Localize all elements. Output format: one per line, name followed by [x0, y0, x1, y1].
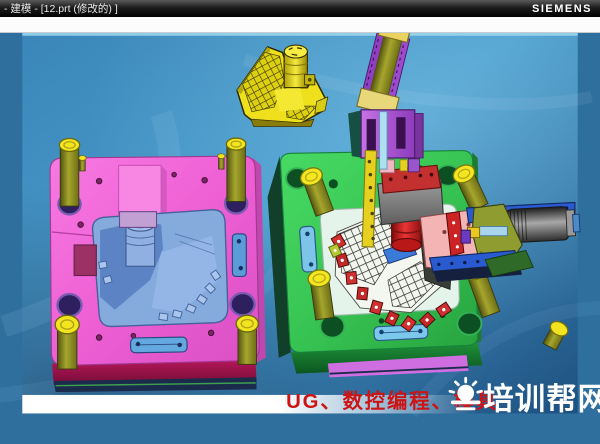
core-slot-bottom: [374, 324, 428, 341]
ejector-rod: [380, 112, 387, 169]
cavity-insert[interactable]: [93, 210, 228, 327]
guide-pillar-top-left[interactable]: [59, 139, 79, 207]
3d-viewport[interactable]: UG、数控编程、模具 培训帮网: [0, 33, 600, 444]
watermark-text: 培训帮网: [483, 383, 600, 417]
guide-pillar-bottom-left[interactable]: [55, 315, 79, 369]
side-pocket: [74, 245, 96, 276]
menu-band: [0, 17, 600, 33]
cavity-plate[interactable]: [50, 138, 266, 392]
edge-slot-bottom: [130, 337, 187, 353]
title-bar[interactable]: - 建模 - [12.prt (修改的) ] SIEMENS: [0, 0, 600, 17]
siemens-logo: SIEMENS: [532, 3, 592, 15]
application-window: - 建模 - [12.prt (修改的) ] SIEMENS: [0, 0, 600, 444]
viewport-top-highlight: [22, 33, 577, 36]
core-slot-left: [299, 226, 317, 272]
guide-pillar-top-right[interactable]: [226, 138, 245, 201]
guide-pillar-bottom-right[interactable]: [236, 315, 258, 364]
edge-slot-right: [232, 234, 246, 277]
window-title: - 建模 - [12.prt (修改的) ]: [4, 1, 118, 16]
